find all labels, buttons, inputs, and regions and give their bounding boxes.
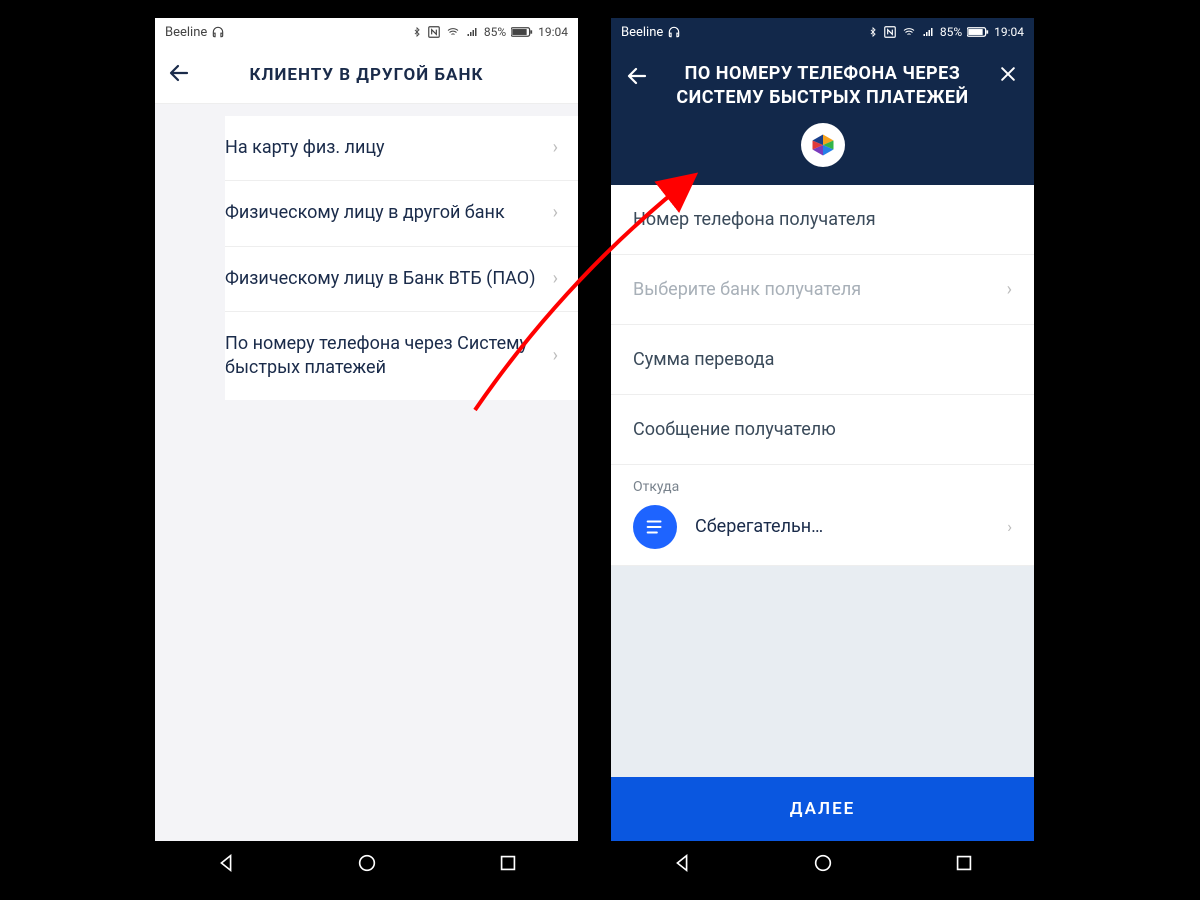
back-icon[interactable]: [623, 62, 651, 88]
field-bank[interactable]: Выберите банк получателя ›: [611, 255, 1034, 325]
field-label: Сумма перевода: [633, 349, 774, 370]
carrier-label: Beeline: [165, 25, 207, 40]
signal-icon: [921, 26, 935, 38]
field-source[interactable]: Откуда Сберегательн… ›: [611, 465, 1034, 566]
chevron-right-icon: ›: [553, 136, 558, 160]
nfc-icon: [427, 25, 441, 39]
nav-home-icon[interactable]: [356, 852, 378, 878]
header: КЛИЕНТУ В ДРУГОЙ БАНК: [155, 46, 578, 104]
clock: 19:04: [538, 25, 568, 39]
chevron-right-icon: ›: [553, 201, 558, 225]
carrier-label: Beeline: [621, 25, 663, 40]
headphones-icon: [211, 25, 225, 39]
nav-back-icon[interactable]: [215, 852, 237, 878]
chevron-right-icon: ›: [553, 267, 558, 291]
chevron-right-icon: ›: [553, 344, 558, 368]
battery-percent: 85%: [940, 25, 962, 39]
field-label: Номер телефона получателя: [633, 209, 876, 230]
headphones-icon: [667, 25, 681, 39]
content: Номер телефона получателя Выберите банк …: [611, 185, 1034, 841]
statusbar: Beeline 85% 19:04: [155, 18, 578, 46]
menu-item-label: По номеру телефона через Систему быстрых…: [225, 332, 553, 381]
field-label: Сообщение получателю: [633, 419, 836, 440]
chevron-right-icon: ›: [1007, 279, 1012, 300]
source-label: Откуда: [633, 479, 1012, 495]
menu-item-individual-other-bank[interactable]: Физическому лицу в другой банк ›: [225, 181, 578, 246]
source-name: Сберегательн…: [695, 516, 823, 537]
next-button[interactable]: ДАЛЕЕ: [611, 777, 1034, 841]
next-button-label: ДАЛЕЕ: [790, 799, 856, 819]
nav-recent-icon[interactable]: [497, 852, 519, 878]
page-title: ПО НОМЕРУ ТЕЛЕФОНА ЧЕРЕЗ СИСТЕМУ БЫСТРЫХ…: [651, 62, 994, 111]
menu-item-card-individual[interactable]: На карту физ. лицу ›: [225, 116, 578, 181]
menu-item-label: На карту физ. лицу: [225, 136, 553, 160]
android-navbar: [155, 841, 578, 889]
field-amount[interactable]: Сумма перевода: [611, 325, 1034, 395]
battery-icon: [967, 26, 989, 38]
bluetooth-icon: [868, 25, 878, 39]
content: На карту физ. лицу › Физическому лицу в …: [155, 104, 578, 841]
phone-left: Beeline 85% 19:04 КЛИЕНТУ В ДРУГОЙ БАНК …: [155, 18, 578, 889]
page-title: КЛИЕНТУ В ДРУГОЙ БАНК: [167, 65, 566, 85]
menu-item-individual-vtb[interactable]: Физическому лицу в Банк ВТБ (ПАО) ›: [225, 247, 578, 312]
nav-recent-icon[interactable]: [953, 852, 975, 878]
spacer: [611, 566, 1034, 777]
menu-item-sbp-phone[interactable]: По номеру телефона через Систему быстрых…: [225, 312, 578, 401]
menu-item-label: Физическому лицу в Банк ВТБ (ПАО): [225, 267, 553, 291]
phone-right: Beeline 85% 19:04 ПО НОМЕРУ ТЕЛЕФОНА ЧЕР…: [611, 18, 1034, 889]
battery-icon: [511, 26, 533, 38]
account-icon: [633, 505, 677, 549]
field-label: Выберите банк получателя: [633, 279, 861, 300]
close-icon[interactable]: [994, 62, 1022, 84]
wifi-icon: [446, 26, 460, 38]
clock: 19:04: [994, 25, 1024, 39]
nfc-icon: [883, 25, 897, 39]
bluetooth-icon: [412, 25, 422, 39]
field-phone[interactable]: Номер телефона получателя: [611, 185, 1034, 255]
sbp-logo-icon: [801, 123, 845, 167]
form: Номер телефона получателя Выберите банк …: [611, 185, 1034, 566]
wifi-icon: [902, 26, 916, 38]
field-message[interactable]: Сообщение получателю: [611, 395, 1034, 465]
chevron-right-icon: ›: [1007, 517, 1012, 536]
battery-percent: 85%: [484, 25, 506, 39]
nav-home-icon[interactable]: [812, 852, 834, 878]
nav-back-icon[interactable]: [671, 852, 693, 878]
signal-icon: [465, 26, 479, 38]
android-navbar: [611, 841, 1034, 889]
header: ПО НОМЕРУ ТЕЛЕФОНА ЧЕРЕЗ СИСТЕМУ БЫСТРЫХ…: [611, 46, 1034, 185]
menu-list: На карту физ. лицу › Физическому лицу в …: [225, 116, 578, 400]
statusbar: Beeline 85% 19:04: [611, 18, 1034, 46]
menu-item-label: Физическому лицу в другой банк: [225, 201, 553, 225]
